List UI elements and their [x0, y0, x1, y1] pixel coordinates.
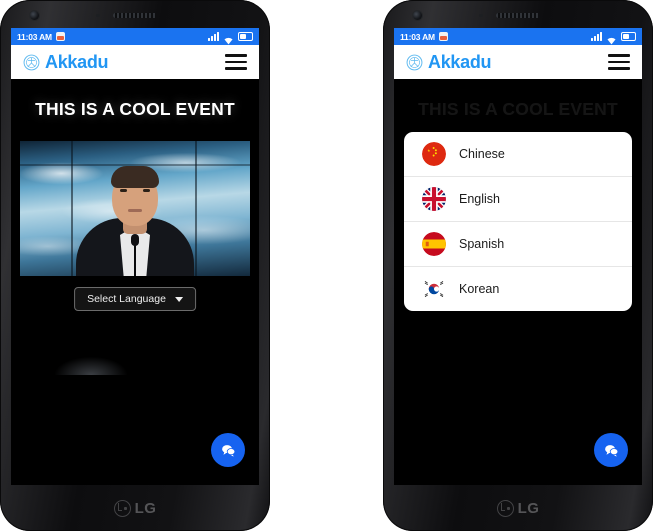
screenshot-stage: 11:03 AM Akkadu THIS IS A COOL EVENT Sel…: [0, 0, 653, 531]
proximity-sensor-icon: [96, 14, 100, 17]
akkadu-logo-icon: [23, 54, 40, 71]
lg-brand-text: LG: [517, 499, 540, 517]
lg-brand-logo: LG: [113, 499, 157, 517]
chevron-down-icon: [174, 296, 183, 302]
chat-fab-button[interactable]: [211, 433, 245, 467]
language-option-label: English: [459, 192, 500, 206]
signal-bars-icon: [591, 32, 602, 41]
brand-name: Akkadu: [45, 51, 109, 72]
event-video-thumbnail[interactable]: [20, 141, 250, 276]
language-dropdown-menu: Chinese English Spanish Korean: [404, 132, 632, 311]
lg-brand-logo: LG: [496, 499, 540, 517]
language-option-label: Chinese: [459, 147, 505, 161]
hamburger-menu-icon[interactable]: [608, 54, 630, 70]
microphone-icon: [131, 234, 139, 246]
earpiece-speaker-icon: [113, 13, 157, 18]
app-bar-left: Akkadu: [11, 45, 259, 79]
battery-icon: [238, 32, 253, 41]
flag-korea-icon: [422, 277, 446, 301]
status-bar-right-group: [208, 32, 253, 45]
video-screen-seam-right: [194, 141, 197, 276]
video-screen-seam-left: [70, 141, 73, 276]
front-camera-icon: [30, 11, 39, 20]
phone-screen-right: 11:03 AM Akkadu Chinese English Spanish …: [394, 28, 642, 485]
brand-logo-group[interactable]: Akkadu: [406, 51, 492, 73]
flag-uk-icon: [422, 187, 446, 211]
app-bar-right: Akkadu: [394, 45, 642, 79]
language-option-korean[interactable]: Korean: [404, 267, 632, 311]
brand-logo-group[interactable]: Akkadu: [23, 51, 109, 73]
wifi-icon: [223, 32, 234, 45]
status-bar-time: 11:03 AM: [17, 31, 52, 42]
status-bar-right-group: [591, 32, 636, 45]
person-eye-left: [120, 189, 127, 192]
chat-bubble-icon: [604, 444, 618, 457]
language-option-label: Korean: [459, 282, 500, 296]
chat-bubble-icon: [221, 444, 235, 457]
select-language-button[interactable]: Select Language: [74, 287, 196, 311]
status-bar-left-group: 11:03 AM: [400, 32, 448, 42]
status-bar-time: 11:03 AM: [400, 31, 435, 42]
signal-bars-icon: [208, 32, 219, 41]
front-camera-icon: [413, 11, 422, 20]
hamburger-menu-icon[interactable]: [225, 54, 247, 70]
phone-device-left: 11:03 AM Akkadu THIS IS A COOL EVENT Sel…: [0, 0, 270, 531]
wifi-icon: [606, 32, 617, 45]
person-mouth: [128, 209, 142, 212]
person-eye-right: [143, 189, 150, 192]
battery-icon: [621, 32, 636, 41]
select-language-label: Select Language: [87, 293, 166, 305]
speaker-person-figure: [76, 158, 194, 276]
lg-mark-icon: [496, 499, 514, 517]
language-option-english[interactable]: English: [404, 177, 632, 222]
microphone-stand: [134, 242, 136, 276]
phone-device-right: 11:03 AM Akkadu Chinese English Spanish …: [383, 0, 653, 531]
phone-top-bezel-left: [0, 0, 270, 28]
status-bar-left-group: 11:03 AM: [17, 32, 65, 42]
brand-name: Akkadu: [428, 51, 492, 72]
notification-icon: [55, 32, 65, 41]
page-title: THIS IS A COOL EVENT: [35, 99, 235, 119]
flag-china-icon: [422, 142, 446, 166]
phone-screen-left: 11:03 AM Akkadu THIS IS A COOL EVENT Sel…: [11, 28, 259, 485]
phone-bottom-bezel-left: LG: [0, 485, 270, 531]
flag-spain-icon: [422, 232, 446, 256]
proximity-sensor-icon: [479, 14, 483, 17]
lg-mark-icon: [113, 499, 131, 517]
lg-brand-text: LG: [134, 499, 157, 517]
earpiece-speaker-icon: [496, 13, 540, 18]
app-content-left: THIS IS A COOL EVENT Select Language: [11, 79, 259, 485]
person-hair: [111, 166, 159, 188]
background-glow: [55, 357, 127, 375]
chat-fab-button[interactable]: [594, 433, 628, 467]
language-option-spanish[interactable]: Spanish: [404, 222, 632, 267]
phone-bottom-bezel-right: LG: [383, 485, 653, 531]
notification-icon: [438, 32, 448, 41]
language-option-chinese[interactable]: Chinese: [404, 132, 632, 177]
app-content-right: THIS IS A COOL EVENT: [394, 79, 642, 485]
language-option-label: Spanish: [459, 237, 505, 251]
status-bar-right: 11:03 AM: [394, 28, 642, 45]
akkadu-logo-icon: [406, 54, 423, 71]
phone-top-bezel-right: [383, 0, 653, 28]
status-bar-left: 11:03 AM: [11, 28, 259, 45]
